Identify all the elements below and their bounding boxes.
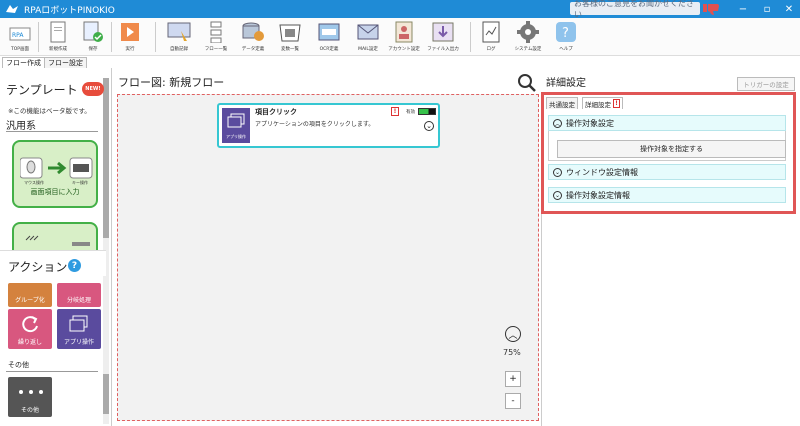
toolbar-help[interactable]: ? ヘルプ	[550, 20, 582, 56]
minimize-button[interactable]: −	[732, 0, 754, 18]
feedback-link[interactable]: お客様のご意見をお聞かせください	[570, 0, 700, 19]
template-title: テンプレート	[6, 83, 78, 97]
toolbar-run[interactable]: 実行	[114, 20, 146, 56]
account-icon	[392, 20, 416, 44]
loop-icon	[22, 316, 38, 333]
toolbar-ocr[interactable]: OCR定義	[313, 20, 345, 56]
home-icon: RPA	[8, 20, 32, 44]
detail-title: 詳細設定	[546, 78, 586, 89]
tab-flow-create[interactable]: フロー作成	[2, 57, 45, 68]
action-group[interactable]: グループ化	[8, 283, 52, 307]
save-icon	[81, 20, 105, 44]
section-window-info[interactable]: ⌄ ウィンドウ設定情報	[548, 164, 786, 180]
flow-title: フロー図: 新規フロー	[118, 76, 225, 89]
tab-common-settings[interactable]: 共通設定	[546, 97, 578, 109]
action-title: アクション	[8, 260, 68, 274]
svg-text:RPA: RPA	[12, 32, 24, 39]
specify-target-button[interactable]: 操作対象を指定する	[557, 140, 786, 158]
toolbar-account[interactable]: アカウント設定	[388, 20, 420, 56]
new-file-icon	[46, 20, 70, 44]
zoom-out-button[interactable]: -	[505, 393, 521, 409]
toolbar: RPA TOP画面 新規作成 保存 実行 自動記録 フロー一覧 データ定義 変数…	[0, 18, 800, 56]
window-icon	[69, 315, 88, 332]
chevron-up-icon[interactable]: ︿	[505, 326, 521, 342]
data-definition-icon	[241, 20, 265, 44]
template-card-caption: 画面項目に入力	[30, 188, 80, 196]
action-other[interactable]: その他	[8, 377, 52, 417]
tab-detail-settings[interactable]: 詳細設定!	[582, 97, 623, 109]
window-title: RPAロボットPINOKIO	[24, 5, 115, 16]
app-logo-icon	[4, 2, 20, 16]
main-tabs: フロー作成 フロー設定	[0, 56, 800, 68]
log-icon	[479, 20, 503, 44]
mouse-to-keyboard-icon	[20, 157, 93, 179]
warning-icon: !	[613, 99, 620, 108]
new-badge: NEW!	[82, 82, 104, 96]
template-card-partial[interactable]	[12, 222, 98, 252]
search-icon[interactable]	[517, 73, 537, 93]
action-scrollbar-thumb[interactable]	[103, 374, 109, 414]
action-branch[interactable]: 分岐処理	[57, 283, 101, 307]
help-icon: ?	[554, 20, 578, 44]
enable-toggle[interactable]	[418, 108, 436, 115]
trigger-settings-button[interactable]: トリガーの設定	[737, 77, 795, 91]
chevron-up-icon: ︿	[553, 118, 562, 128]
chevron-down-icon[interactable]: ⌄	[424, 121, 434, 131]
more-icon	[19, 390, 43, 394]
thumbs-down-icon[interactable]	[702, 2, 722, 16]
toolbar-record[interactable]: 自動記録	[163, 20, 195, 56]
toolbar-log[interactable]: ログ	[475, 20, 507, 56]
general-category: 汎用系	[6, 121, 36, 132]
svg-text:?: ?	[562, 26, 569, 41]
chevron-down-icon: ⌄	[553, 190, 562, 200]
ocr-icon	[317, 20, 341, 44]
valid-label: 有効	[406, 110, 415, 115]
template-scrollbar-thumb[interactable]	[103, 78, 109, 238]
other-category: その他	[8, 361, 29, 369]
variable-list-icon	[278, 20, 302, 44]
section-target-info[interactable]: ⌄ 操作対象設定情報	[548, 187, 786, 203]
title-bar: RPAロボットPINOKIO お客様のご意見をお聞かせください − ▫ ✕	[0, 0, 800, 19]
file-io-icon	[431, 20, 455, 44]
template-preview-icon	[25, 235, 90, 246]
toolbar-file-io[interactable]: ファイル入出力	[427, 20, 459, 56]
template-card-input[interactable]: マウス操作 キー操作 画面項目に入力	[12, 140, 98, 208]
toolbar-data-definition[interactable]: データ定義	[237, 20, 269, 56]
chevron-down-icon: ⌄	[553, 167, 562, 177]
section-target-settings[interactable]: ︿ 操作対象設定	[548, 115, 786, 131]
toolbar-flow-list[interactable]: フロー一覧	[200, 20, 232, 56]
flow-node-item-click[interactable]: アプリ操作 項目クリック アプリケーションの項目をクリックします。 ! 有効 ⌄	[217, 103, 440, 148]
mail-icon	[356, 20, 380, 44]
node-description: アプリケーションの項目をクリックします。	[255, 121, 375, 128]
beta-note: ※この機能はベータ版です。	[8, 107, 91, 115]
warning-icon: !	[391, 107, 399, 116]
record-icon	[167, 20, 191, 44]
action-app[interactable]: アプリ操作	[57, 309, 101, 349]
help-circle-icon[interactable]: ?	[68, 259, 81, 272]
gear-icon	[516, 20, 540, 44]
tab-flow-settings[interactable]: フロー設定	[44, 57, 87, 68]
toolbar-new[interactable]: 新規作成	[42, 20, 74, 56]
node-name: 項目クリック	[255, 108, 297, 116]
toolbar-variable-list[interactable]: 変数一覧	[274, 20, 306, 56]
zoom-in-button[interactable]: +	[505, 371, 521, 387]
toolbar-save[interactable]: 保存	[77, 20, 109, 56]
toolbar-system-settings[interactable]: システム設定	[512, 20, 544, 56]
app-operation-icon: アプリ操作	[222, 108, 250, 143]
zoom-level: 75%	[503, 348, 521, 357]
close-button[interactable]: ✕	[778, 0, 800, 18]
flow-list-icon	[204, 20, 228, 44]
maximize-button[interactable]: ▫	[756, 0, 778, 18]
toolbar-top[interactable]: RPA TOP画面	[4, 20, 36, 56]
toolbar-mail[interactable]: MAIL設定	[352, 20, 384, 56]
action-loop[interactable]: 繰り返し	[8, 309, 52, 349]
run-icon	[118, 20, 142, 44]
